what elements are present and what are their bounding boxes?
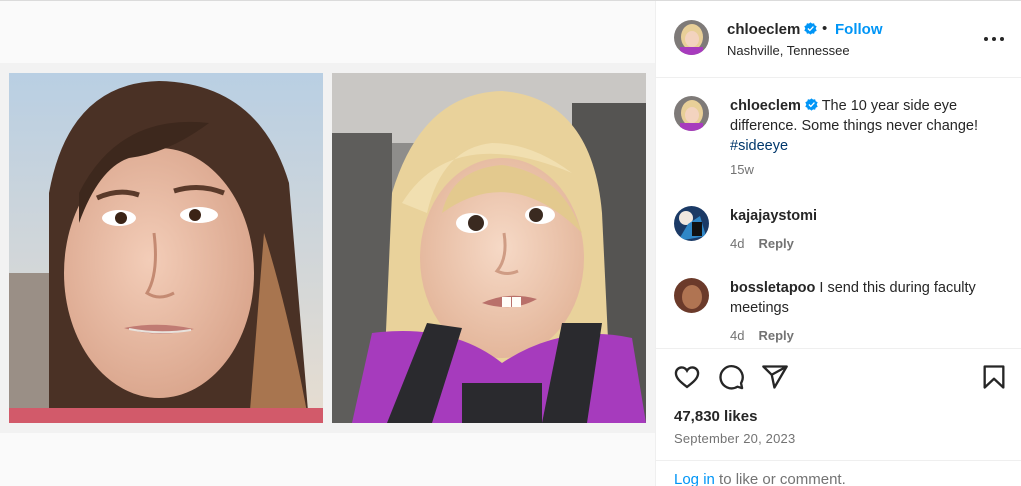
more-options-icon[interactable] (984, 31, 1004, 47)
heart-icon[interactable] (673, 363, 701, 391)
author-avatar[interactable] (674, 20, 709, 55)
login-prompt-text: to like or comment. (714, 471, 846, 486)
photo-teen-side-eye (9, 73, 323, 423)
post-media-area (0, 1, 655, 486)
post-side-panel: chloeclem • Follow Nashville, Tennessee … (655, 1, 1021, 486)
hashtag-link[interactable]: #sideeye (730, 138, 788, 154)
share-paper-plane-icon[interactable] (761, 363, 789, 391)
author-username[interactable]: chloeclem (727, 21, 818, 38)
comment-body: kajajaystomi (730, 206, 1005, 226)
verified-badge-icon (805, 98, 818, 111)
login-prompt: Log in to like or comment. (656, 460, 1021, 486)
comment-meta: 4d Reply (730, 236, 794, 251)
post-header: chloeclem • Follow Nashville, Tennessee (656, 1, 1021, 78)
comment-username[interactable]: kajajaystomi (730, 208, 817, 224)
comment-avatar[interactable] (674, 206, 709, 241)
post-location[interactable]: Nashville, Tennessee (727, 43, 850, 58)
follow-button[interactable]: Follow (835, 21, 883, 38)
comment-age[interactable]: 4d (730, 236, 744, 251)
caption-username[interactable]: chloeclem (730, 98, 801, 114)
reply-button[interactable]: Reply (758, 328, 793, 343)
action-bar (656, 348, 1021, 408)
comment-avatar[interactable] (674, 278, 709, 313)
author-username-text[interactable]: chloeclem (727, 21, 800, 38)
comment-body: bossletapoo I send this during faculty me… (730, 278, 1005, 318)
comment-username[interactable]: bossletapoo (730, 280, 815, 296)
caption-meta: 15w (730, 162, 754, 177)
comments-list[interactable]: chloeclem The 10 year side eye differenc… (656, 79, 1021, 347)
post-image[interactable] (0, 63, 655, 433)
caption-body: chloeclem The 10 year side eye differenc… (730, 96, 1005, 156)
reply-button[interactable]: Reply (758, 236, 793, 251)
post-date[interactable]: September 20, 2023 (674, 431, 795, 446)
comment-meta: 4d Reply (730, 328, 794, 343)
bookmark-icon[interactable] (980, 363, 1008, 391)
likes-count[interactable]: 47,830 likes (674, 408, 757, 425)
caption-avatar[interactable] (674, 96, 709, 131)
comment-age[interactable]: 4d (730, 328, 744, 343)
caption-age[interactable]: 15w (730, 162, 754, 177)
verified-badge-icon (804, 22, 818, 35)
photo-child-side-eye (332, 73, 646, 423)
login-link[interactable]: Log in (674, 471, 715, 486)
comment-bubble-icon[interactable] (717, 363, 745, 391)
separator-dot: • (822, 20, 828, 37)
